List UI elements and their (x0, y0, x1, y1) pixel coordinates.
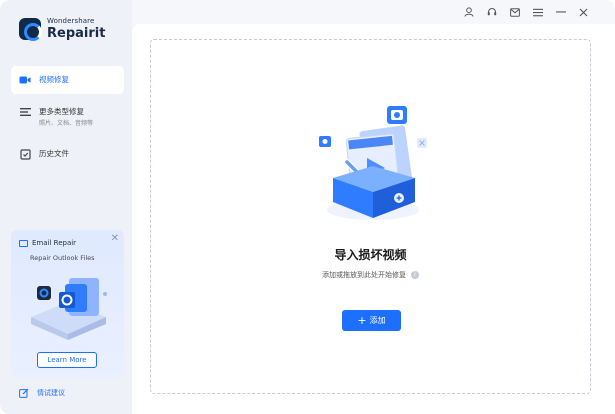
sidebar: Wondershare Repairit 视频修复 更多类型修复 照片、文档、音… (0, 0, 132, 414)
plus-icon: + (357, 314, 367, 327)
minimize-icon (555, 11, 566, 13)
close-icon (579, 8, 588, 16)
support-button[interactable] (480, 0, 503, 24)
sidebar-nav: 视频修复 更多类型修复 照片、文档、音频等 历史文件 (11, 66, 124, 172)
edit-icon (19, 388, 29, 398)
menu-button[interactable] (526, 0, 549, 24)
list-icon (19, 106, 31, 118)
main-panel: 导入损坏视频 添加或拖放到此处开始修复 i + 添加 (132, 24, 615, 414)
account-button[interactable] (457, 0, 480, 24)
close-button[interactable] (572, 0, 595, 24)
title-bar (457, 0, 615, 24)
drop-zone-title: 导入损坏视频 (334, 248, 407, 262)
feedback-link[interactable]: 情试建议 (19, 388, 65, 398)
sidebar-item-label: 视频修复 (39, 75, 69, 84)
mail-icon (19, 239, 28, 247)
headset-icon (487, 8, 496, 16)
video-repair-illustration (319, 106, 427, 220)
brand-line2: Repairit (47, 26, 106, 41)
promo-title-text: Email Repair (32, 239, 77, 247)
video-icon (19, 74, 31, 86)
menu-icon (532, 8, 543, 16)
add-button[interactable]: + 添加 (342, 310, 401, 331)
promo-title: Email Repair (19, 239, 76, 247)
drop-zone[interactable]: 导入损坏视频 添加或拖放到此处开始修复 i + 添加 (150, 39, 591, 394)
repairit-logo-icon (19, 18, 42, 41)
sidebar-item-more-repair[interactable]: 更多类型修复 照片、文档、音频等 (11, 98, 124, 136)
add-button-label: 添加 (369, 316, 386, 325)
promo-close-icon[interactable]: ✕ (111, 233, 119, 244)
feedback-label: 情试建议 (37, 389, 65, 397)
promo-subtitle: Repair Outlook Files (30, 254, 95, 262)
brand-line1: Wondershare (47, 17, 95, 25)
sidebar-item-video-repair[interactable]: 视频修复 (11, 66, 124, 94)
messages-button[interactable] (503, 0, 526, 24)
info-icon[interactable]: i (411, 271, 419, 279)
sidebar-item-sublabel: 照片、文档、音频等 (39, 120, 94, 127)
drop-zone-hint: 添加或拖放到此处开始修复 i (151, 270, 590, 280)
mail-icon (509, 7, 520, 17)
app-window: Wondershare Repairit 视频修复 更多类型修复 照片、文档、音… (0, 0, 615, 414)
brand-name: Wondershare Repairit (47, 17, 106, 41)
minimize-button[interactable] (549, 0, 572, 24)
learn-more-button[interactable]: Learn More (37, 352, 97, 368)
email-repair-promo: ✕ Email Repair Repair Outlook Files Lear… (11, 230, 124, 378)
user-icon (464, 7, 473, 17)
history-icon (19, 148, 31, 160)
sidebar-item-label: 更多类型修复 (39, 107, 84, 116)
sidebar-item-label: 历史文件 (39, 149, 69, 158)
sidebar-item-history[interactable]: 历史文件 (11, 140, 124, 168)
outlook-repair-illustration (31, 278, 107, 340)
drop-zone-hint-text: 添加或拖放到此处开始修复 (322, 271, 406, 279)
app-logo: Wondershare Repairit (19, 17, 106, 41)
